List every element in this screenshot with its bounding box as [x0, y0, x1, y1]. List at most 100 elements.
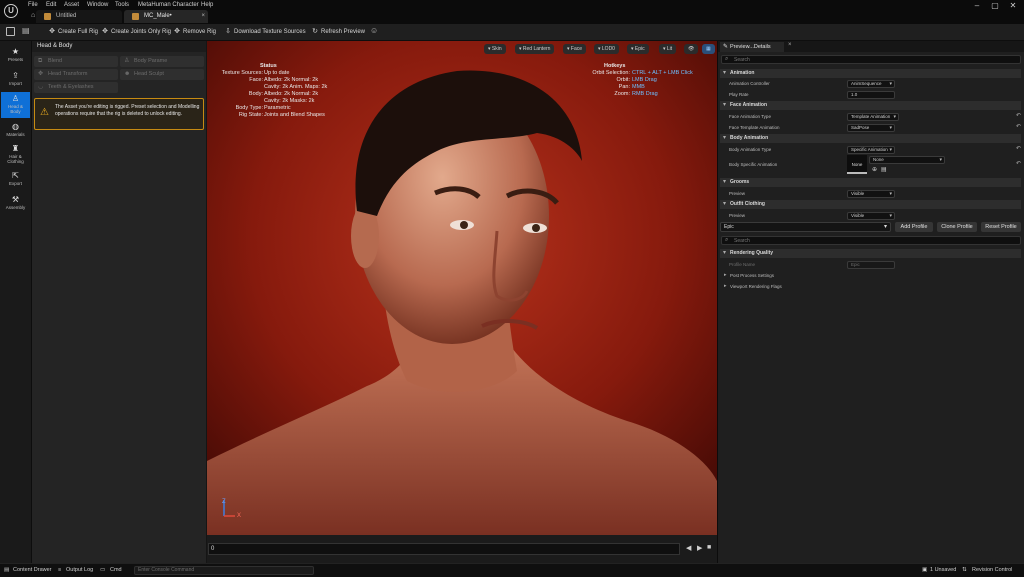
timeline-input[interactable]: 0	[208, 543, 680, 555]
remove-rig-button[interactable]: ✥ Remove Rig	[172, 25, 216, 39]
save-icon[interactable]	[6, 27, 15, 36]
close-icon[interactable]: ×	[201, 10, 205, 23]
reset-profile-button[interactable]: Reset Profile	[981, 222, 1021, 232]
outfit-preview-dropdown[interactable]: Visible	[847, 212, 895, 220]
play-icon[interactable]: ▶	[697, 544, 702, 552]
browse-icon[interactable]: ▤	[22, 26, 30, 35]
body-specific-animation-dropdown[interactable]: None	[869, 156, 945, 164]
body-parameters-button[interactable]: ♙ Body Parame	[120, 56, 204, 67]
animation-controller-dropdown[interactable]: AnimSequence	[847, 80, 895, 88]
teeth-eyelashes-button[interactable]: ◡ Teeth & Eyelashes	[34, 82, 118, 93]
clone-profile-button[interactable]: Clone Profile	[937, 222, 977, 232]
home-icon[interactable]: ⌂	[31, 12, 35, 19]
unsaved-icon: ▣	[922, 567, 928, 573]
body-animation-type-dropdown[interactable]: Specific Animation	[847, 146, 895, 154]
content-drawer-button[interactable]: Content Drawer	[13, 567, 52, 573]
post-process-settings-row[interactable]: ▸ Post Process Settings	[720, 271, 1021, 280]
menu-metahuman-character[interactable]: MetaHuman Character	[138, 2, 199, 8]
section-animation[interactable]: Animation	[720, 69, 1021, 78]
viewport-lod-dropdown[interactable]: ▾ LOD0	[594, 44, 619, 54]
play-reverse-icon[interactable]: ◀	[686, 544, 691, 552]
hotkey-label: Orbit Selection:	[592, 70, 630, 76]
output-log-icon[interactable]: ≡	[58, 567, 61, 573]
tab-mc-male[interactable]: MC_Male• ×	[124, 10, 208, 23]
face-animation-type-dropdown[interactable]: Template Animation	[847, 113, 899, 121]
unsaved-indicator[interactable]: 1 Unsaved	[930, 567, 956, 573]
rendering-search-input[interactable]: ⌕ Search	[721, 236, 1021, 245]
profile-selected: Epic	[724, 224, 734, 230]
status-value: Albedo: 2k Normal: 2k	[264, 91, 319, 97]
strip-item-import[interactable]: ⇪ Import	[1, 69, 30, 93]
content-drawer-icon[interactable]: ▤	[4, 567, 9, 573]
refresh-preview-button[interactable]: ↻ Refresh Preview	[310, 25, 365, 39]
download-texture-sources-button[interactable]: ⇩ Download Texture Sources	[223, 25, 306, 39]
head-sculpt-button[interactable]: ☻ Head Sculpt	[120, 69, 204, 80]
joints-icon: ✥	[102, 28, 108, 35]
blend-button[interactable]: ⧉ Blend	[34, 56, 118, 67]
cmd-icon[interactable]: ▭	[100, 567, 105, 573]
hotkey-value: MMB	[632, 84, 645, 90]
pill-label: Skin	[491, 46, 502, 52]
section-rendering-quality[interactable]: Rendering Quality	[720, 249, 1021, 258]
grooms-preview-dropdown[interactable]: Visible	[847, 190, 895, 198]
reset-icon[interactable]: ↶	[1016, 123, 1021, 130]
browse-asset-icon[interactable]: ▤	[881, 166, 887, 173]
play-rate-input[interactable]: 1.0	[847, 91, 895, 99]
unreal-logo-icon[interactable]: U	[4, 4, 18, 18]
viewport-lighting-dropdown[interactable]: ▾ Red Lantern	[515, 44, 555, 54]
stop-icon[interactable]: ■	[707, 544, 711, 551]
revision-control-button[interactable]: Revision Control	[972, 567, 1012, 573]
strip-item-head-body[interactable]: ♙ Head & Body	[1, 92, 30, 118]
viewport-quality-dropdown[interactable]: ▾ Epic	[627, 44, 649, 54]
strip-item-materials[interactable]: ◍ Materials	[1, 120, 30, 144]
use-selected-icon[interactable]: ⊕	[872, 166, 877, 173]
reset-icon[interactable]: ↶	[1016, 145, 1021, 152]
viewport-layout-button[interactable]: ▦	[702, 44, 715, 54]
section-outfit-clothing[interactable]: Outfit Clothing	[720, 200, 1021, 209]
user-icon[interactable]: ☺	[370, 26, 378, 35]
menu-file[interactable]: File	[28, 2, 38, 8]
prop-profile-name-label: Profile Name	[729, 262, 756, 267]
menu-help[interactable]: Help	[201, 2, 213, 8]
reset-icon[interactable]: ↶	[1016, 112, 1021, 119]
strip-item-presets[interactable]: ★ Presets	[1, 45, 30, 69]
cmd-dropdown[interactable]: Cmd	[110, 567, 122, 573]
viewport-camera-dropdown[interactable]: 👁	[684, 44, 699, 54]
tab-preview-details[interactable]: ✎ Preview...Details	[720, 42, 784, 52]
section-body-animation[interactable]: Body Animation	[720, 134, 1021, 143]
animation-thumbnail[interactable]: None	[847, 155, 867, 174]
viewport-face-dropdown[interactable]: ▾ Face	[563, 44, 587, 54]
viewport[interactable]: ▾ Skin ▾ Red Lantern ▾ Face ▾ LOD0 ▾ Epi…	[207, 41, 717, 535]
add-profile-button[interactable]: Add Profile	[895, 222, 933, 232]
strip-item-hair-clothing[interactable]: ♜ Hair & Clothing	[1, 142, 30, 168]
menu-asset[interactable]: Asset	[64, 2, 79, 8]
profile-dropdown[interactable]: Epic ▾	[720, 222, 891, 232]
head-transform-button[interactable]: ✥ Head Transform	[34, 69, 118, 80]
close-icon[interactable]: ×	[788, 42, 792, 48]
viewport-lit-dropdown[interactable]: ▾ Lit	[659, 44, 677, 54]
status-bar: ▤ Content Drawer ≡ Output Log ▭ Cmd Ente…	[0, 563, 1024, 577]
menu-tools[interactable]: Tools	[115, 2, 129, 8]
viewport-rendering-flags-row[interactable]: ▸ Viewport Rendering Flags	[720, 282, 1021, 291]
details-search-input[interactable]: ⌕ Search	[721, 55, 1021, 64]
status-value: Joints and Blend Shapes	[264, 112, 325, 118]
close-window-icon[interactable]: ✕	[1004, 0, 1022, 12]
section-face-animation[interactable]: Face Animation	[720, 101, 1021, 110]
minimize-icon[interactable]: –	[968, 0, 986, 12]
strip-item-export[interactable]: ⇱ Export	[1, 169, 30, 193]
create-joints-only-rig-button[interactable]: ✥ Create Joints Only Rig	[100, 25, 171, 39]
menu-edit[interactable]: Edit	[46, 2, 56, 8]
maximize-icon[interactable]: ▢	[986, 0, 1004, 12]
search-icon: ⌕	[725, 237, 729, 243]
details-icon: ✎	[723, 44, 729, 50]
strip-item-assembly[interactable]: ⚒ Assembly	[1, 193, 30, 217]
section-grooms[interactable]: Grooms	[720, 178, 1021, 187]
viewport-skin-dropdown[interactable]: ▾ Skin	[484, 44, 506, 54]
create-full-rig-button[interactable]: ✥ Create Full Rig	[47, 25, 98, 39]
menu-window[interactable]: Window	[87, 2, 108, 8]
reset-icon[interactable]: ↶	[1016, 160, 1021, 167]
console-input[interactable]: Enter Console Command	[134, 566, 314, 575]
output-log-button[interactable]: Output Log	[66, 567, 93, 573]
tab-untitled[interactable]: Untitled	[36, 10, 122, 23]
face-template-animation-dropdown[interactable]: SadPose	[847, 124, 895, 132]
